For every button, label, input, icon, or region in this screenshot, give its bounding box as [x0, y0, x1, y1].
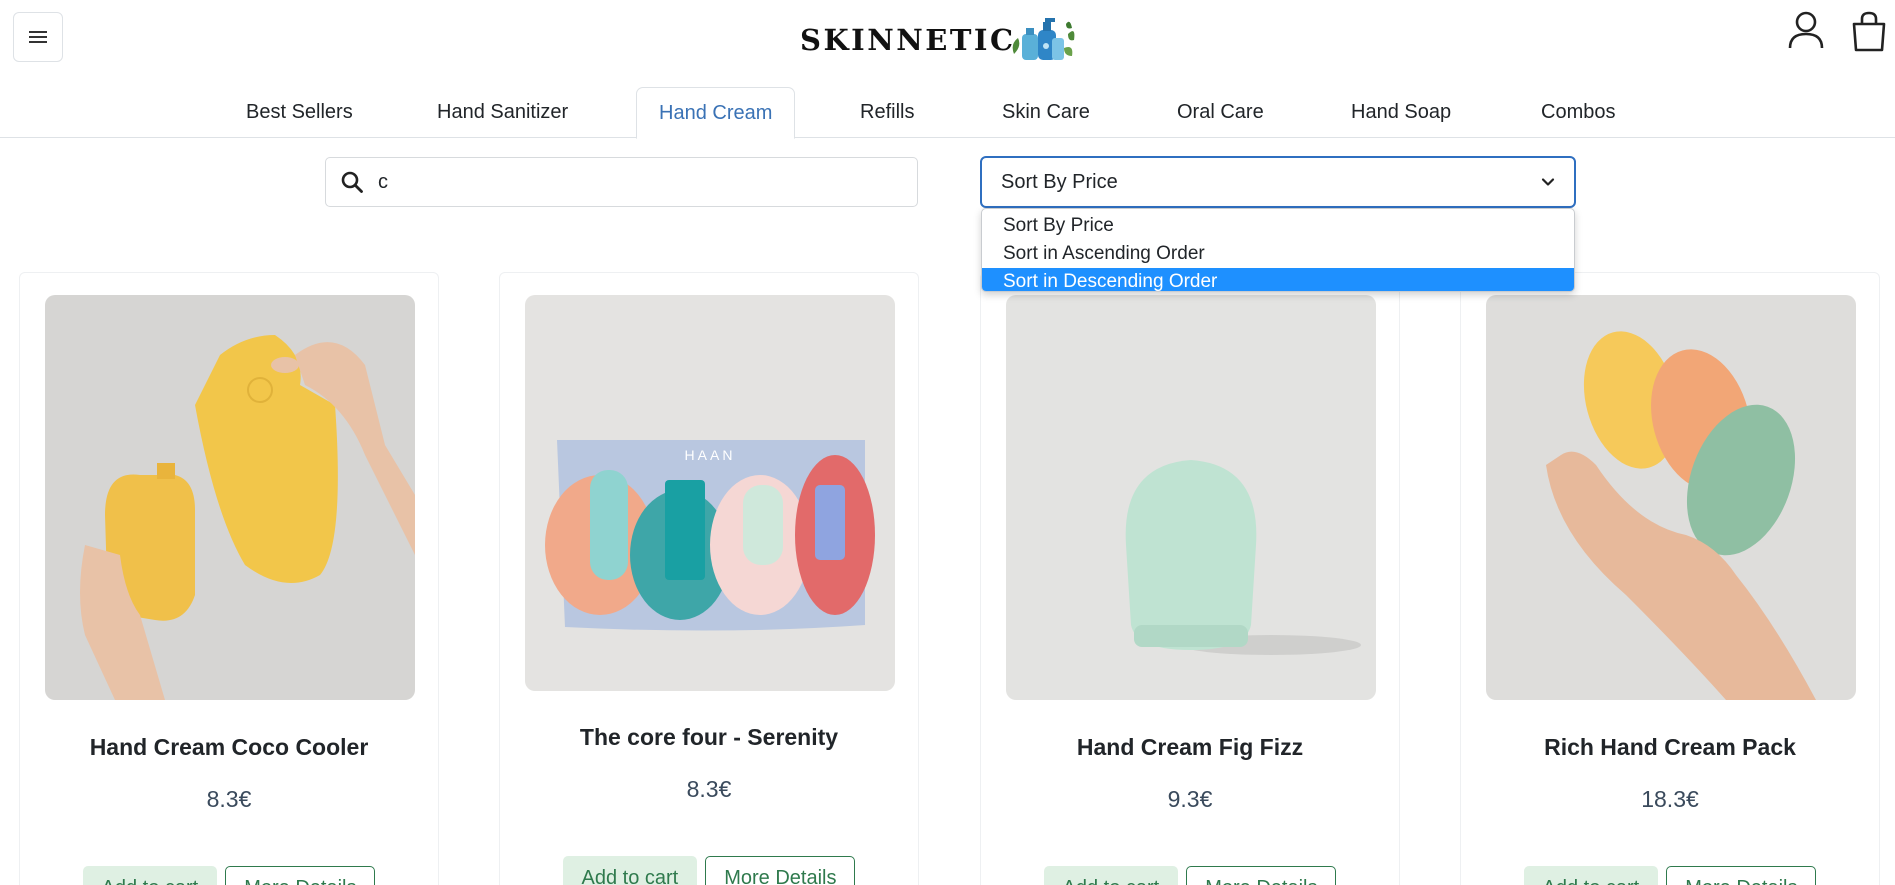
product-name[interactable]: Rich Hand Cream Pack — [1461, 734, 1879, 761]
search-input[interactable] — [378, 170, 898, 194]
product-price: 18.3€ — [1641, 786, 1699, 812]
add-to-cart-button[interactable]: Add to cart — [562, 856, 698, 885]
product-price: 8.3€ — [686, 776, 732, 802]
tab-best-sellers[interactable]: Best Sellers — [224, 87, 375, 138]
tab-oral-care[interactable]: Oral Care — [1155, 87, 1286, 138]
category-nav: Best Sellers Hand Sanitizer Hand Cream R… — [0, 87, 1895, 139]
user-icon[interactable] — [1786, 10, 1826, 52]
sort-dropdown: Sort By Price Sort in Ascending Order So… — [981, 208, 1575, 292]
chevron-down-icon — [1541, 178, 1555, 186]
more-details-button[interactable]: More Details — [1666, 866, 1817, 885]
add-to-cart-button[interactable]: Add to cart — [1523, 866, 1659, 885]
sort-selected-label: Sort By Price — [1001, 170, 1118, 193]
tab-combos[interactable]: Combos — [1519, 87, 1637, 138]
tab-skin-care[interactable]: Skin Care — [980, 87, 1112, 138]
hamburger-icon — [29, 31, 47, 43]
site-logo[interactable]: SKINNETIC — [800, 14, 1078, 66]
product-card: HAAN The core four - Serenity 8.3€ Add t… — [499, 272, 919, 885]
logo-text: SKINNETIC — [800, 23, 1016, 57]
product-name[interactable]: The core four - Serenity — [500, 724, 918, 751]
more-details-button[interactable]: More Details — [225, 866, 376, 885]
sort-option-ascending[interactable]: Sort in Ascending Order — [982, 240, 1574, 268]
product-name[interactable]: Hand Cream Coco Cooler — [20, 734, 438, 761]
product-price: 9.3€ — [1167, 786, 1213, 812]
menu-button[interactable] — [13, 12, 63, 62]
sort-option-price[interactable]: Sort By Price — [982, 212, 1574, 240]
product-price: 8.3€ — [206, 786, 252, 812]
product-name[interactable]: Hand Cream Fig Fizz — [981, 734, 1399, 761]
product-card: Hand Cream Coco Cooler 8.3€ Add to cart … — [19, 272, 439, 885]
logo-bottles-icon — [1012, 18, 1074, 60]
product-card: Rich Hand Cream Pack 18.3€ Add to cart M… — [1460, 272, 1880, 885]
sort-option-descending[interactable]: Sort in Descending Order — [982, 268, 1574, 291]
product-image[interactable] — [1006, 295, 1376, 700]
add-to-cart-button[interactable]: Add to cart — [82, 866, 218, 885]
tab-hand-cream[interactable]: Hand Cream — [636, 87, 796, 139]
product-image[interactable]: HAAN — [525, 295, 895, 691]
search-icon — [341, 171, 363, 193]
product-card: Hand Cream Fig Fizz 9.3€ Add to cart Mor… — [980, 272, 1400, 885]
product-image[interactable] — [1486, 295, 1856, 700]
product-image[interactable] — [45, 295, 415, 700]
add-to-cart-button[interactable]: Add to cart — [1043, 866, 1179, 885]
search-box — [325, 157, 918, 207]
tab-hand-soap[interactable]: Hand Soap — [1329, 87, 1473, 138]
sort-select[interactable]: Sort By Price — [980, 156, 1576, 208]
tab-hand-sanitizer[interactable]: Hand Sanitizer — [415, 87, 590, 138]
svg-text:HAAN: HAAN — [685, 447, 736, 463]
shopping-bag-icon[interactable] — [1849, 10, 1889, 52]
more-details-button[interactable]: More Details — [1186, 866, 1337, 885]
more-details-button[interactable]: More Details — [705, 856, 856, 885]
tab-refills[interactable]: Refills — [838, 87, 936, 138]
